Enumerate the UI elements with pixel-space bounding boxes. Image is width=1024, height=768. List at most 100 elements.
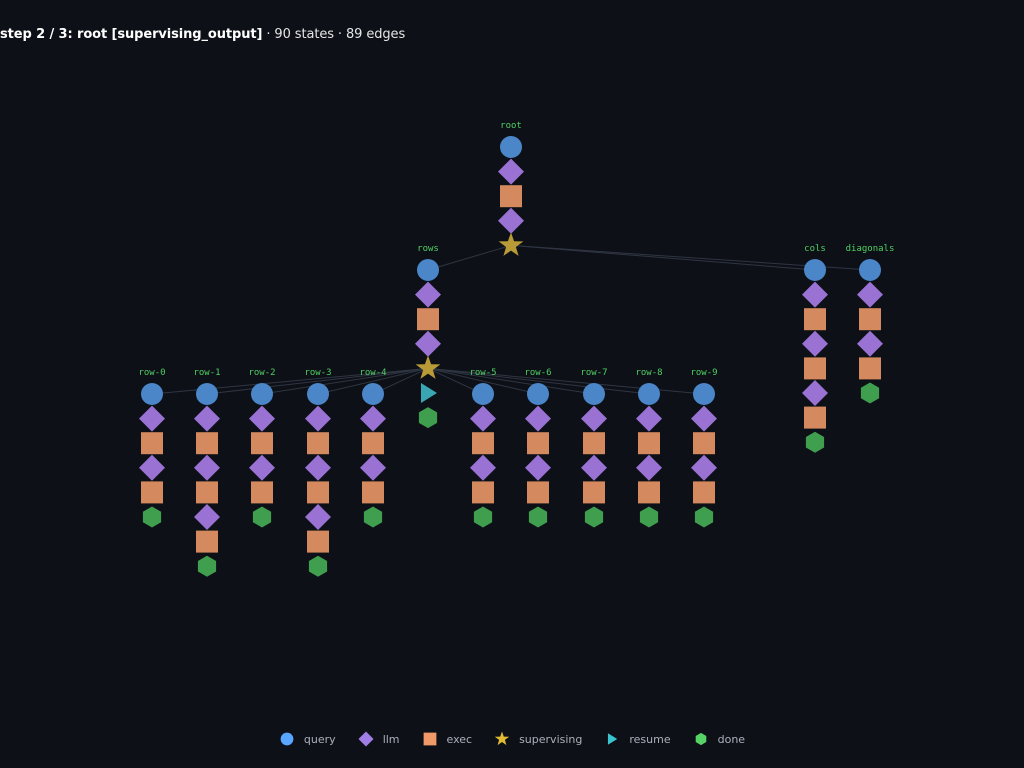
state-llm-node[interactable] (139, 454, 165, 481)
state-llm-node[interactable] (360, 454, 386, 481)
state-llm-node[interactable] (249, 454, 275, 481)
state-query-node[interactable] (362, 383, 384, 405)
state-llm-node[interactable] (691, 405, 717, 432)
state-exec-node[interactable] (307, 432, 329, 455)
state-llm-node[interactable] (194, 405, 220, 432)
state-done-node[interactable] (308, 555, 328, 577)
state-exec-node[interactable] (500, 185, 522, 208)
state-query-node[interactable] (638, 383, 660, 405)
state-query-node[interactable] (527, 383, 549, 405)
state-exec-node[interactable] (638, 481, 660, 504)
state-query-node[interactable] (804, 259, 826, 281)
state-exec-node[interactable] (196, 530, 218, 553)
state-exec-node[interactable] (693, 481, 715, 504)
state-query-node[interactable] (693, 383, 715, 405)
state-exec-node[interactable] (527, 481, 549, 504)
state-exec-node[interactable] (472, 432, 494, 455)
state-llm-node[interactable] (857, 330, 883, 357)
edge-root-rows (427, 244, 512, 271)
resume-triangle-icon (608, 733, 618, 745)
state-llm-node[interactable] (249, 405, 275, 432)
state-exec-node[interactable] (196, 432, 218, 455)
state-llm-node[interactable] (802, 281, 828, 308)
state-query-node[interactable] (583, 383, 605, 405)
state-exec-node[interactable] (583, 481, 605, 504)
state-llm-node[interactable] (139, 405, 165, 432)
state-llm-node[interactable] (802, 380, 828, 406)
state-llm-node[interactable] (360, 405, 386, 432)
state-llm-node[interactable] (415, 330, 441, 357)
state-query-node[interactable] (859, 259, 881, 281)
state-query-node[interactable] (500, 136, 522, 158)
state-llm-node[interactable] (857, 281, 883, 308)
state-exec-node[interactable] (307, 481, 329, 504)
state-done-node[interactable] (639, 506, 659, 528)
state-llm-node[interactable] (305, 454, 331, 481)
state-exec-node[interactable] (362, 432, 384, 455)
state-llm-node[interactable] (305, 405, 331, 432)
state-exec-node[interactable] (804, 357, 826, 380)
state-llm-node[interactable] (581, 454, 607, 481)
state-column-row-7: row-7 (580, 368, 608, 528)
state-llm-node[interactable] (636, 454, 662, 481)
state-llm-node[interactable] (581, 405, 607, 432)
state-llm-node[interactable] (636, 405, 662, 432)
state-resume-node[interactable] (421, 383, 437, 403)
state-exec-node[interactable] (804, 406, 826, 429)
state-llm-node[interactable] (525, 405, 551, 432)
state-query-node[interactable] (472, 383, 494, 405)
state-llm-node[interactable] (498, 158, 524, 185)
state-exec-node[interactable] (196, 481, 218, 504)
state-label: row-7 (580, 368, 607, 378)
state-supervising-node[interactable] (415, 355, 441, 379)
state-exec-node[interactable] (417, 308, 439, 331)
state-llm-node[interactable] (194, 504, 220, 530)
state-llm-node[interactable] (470, 405, 496, 432)
state-llm-node[interactable] (305, 504, 331, 530)
state-exec-node[interactable] (859, 357, 881, 380)
state-exec-node[interactable] (362, 481, 384, 504)
state-exec-node[interactable] (527, 432, 549, 455)
state-done-node[interactable] (197, 555, 217, 577)
state-exec-node[interactable] (251, 432, 273, 455)
state-supervising-node[interactable] (498, 232, 524, 256)
state-llm-node[interactable] (470, 454, 496, 481)
state-llm-node[interactable] (415, 281, 441, 308)
state-label: row-1 (193, 368, 220, 378)
state-exec-node[interactable] (804, 308, 826, 331)
state-done-node[interactable] (418, 407, 438, 429)
state-exec-node[interactable] (583, 432, 605, 455)
state-exec-node[interactable] (693, 432, 715, 455)
state-done-node[interactable] (142, 506, 162, 528)
state-query-node[interactable] (196, 383, 218, 405)
state-column-diagonals: diagonals (846, 244, 895, 404)
state-exec-node[interactable] (251, 481, 273, 504)
state-done-node[interactable] (252, 506, 272, 528)
state-exec-node[interactable] (141, 481, 163, 504)
state-exec-node[interactable] (307, 530, 329, 553)
state-done-node[interactable] (473, 506, 493, 528)
state-column-row-9: row-9 (690, 368, 718, 528)
state-llm-node[interactable] (194, 454, 220, 481)
legend-item-done: done (693, 731, 745, 747)
state-exec-node[interactable] (638, 432, 660, 455)
state-label: diagonals (846, 244, 895, 254)
state-exec-node[interactable] (141, 432, 163, 455)
state-done-node[interactable] (860, 382, 880, 404)
state-done-node[interactable] (528, 506, 548, 528)
state-query-node[interactable] (307, 383, 329, 405)
state-exec-node[interactable] (859, 308, 881, 331)
state-llm-node[interactable] (691, 454, 717, 481)
state-done-node[interactable] (363, 506, 383, 528)
state-llm-node[interactable] (802, 330, 828, 357)
state-exec-node[interactable] (472, 481, 494, 504)
legend-label: supervising (519, 732, 583, 746)
state-query-node[interactable] (251, 383, 273, 405)
state-query-node[interactable] (141, 383, 163, 405)
state-llm-node[interactable] (498, 207, 524, 234)
state-done-node[interactable] (805, 431, 825, 453)
state-llm-node[interactable] (525, 454, 551, 481)
state-done-node[interactable] (584, 506, 604, 528)
state-done-node[interactable] (694, 506, 714, 528)
state-query-node[interactable] (417, 259, 439, 281)
